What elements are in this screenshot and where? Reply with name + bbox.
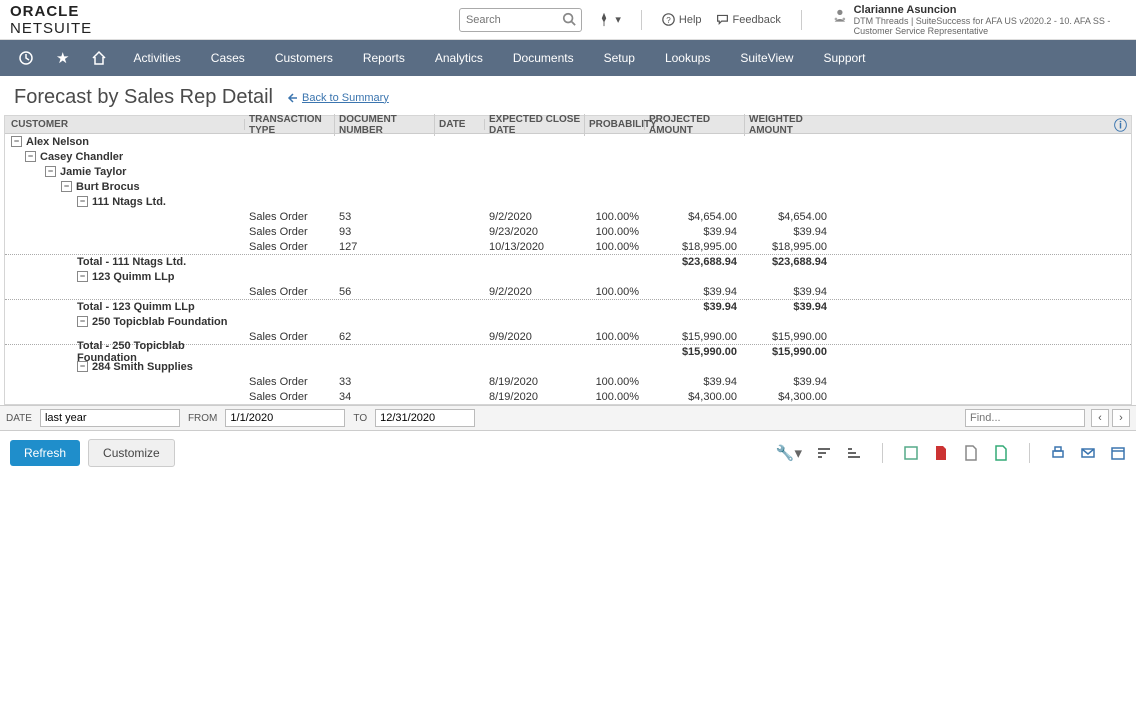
home-icon[interactable] (83, 50, 115, 66)
export-doc-icon[interactable] (963, 445, 979, 461)
to-date-input[interactable] (375, 409, 475, 427)
collapse-icon[interactable]: − (45, 166, 56, 177)
tree-node-l3[interactable]: −Jamie Taylor (5, 164, 1131, 179)
nav-support[interactable]: Support (811, 40, 877, 76)
col-projected-amount[interactable]: PROJECTED AMOUNT (645, 114, 745, 136)
email-icon[interactable] (1080, 445, 1096, 461)
export-xls-icon[interactable] (993, 445, 1009, 461)
back-to-summary-link[interactable]: Back to Summary (287, 92, 389, 104)
global-search (459, 8, 582, 32)
col-document-number[interactable]: DOCUMENT NUMBER (335, 114, 435, 136)
nav-customers[interactable]: Customers (263, 40, 345, 76)
user-role: DTM Threads | SuiteSuccess for AFA US v2… (854, 16, 1126, 36)
divider (1029, 443, 1030, 463)
export-pdf-icon[interactable] (933, 445, 949, 461)
info-icon[interactable]: ⓘ (1114, 115, 1127, 134)
user-icon (832, 4, 848, 26)
find-input[interactable] (965, 409, 1085, 427)
tree-node-l2[interactable]: −Casey Chandler (5, 149, 1131, 164)
total-row: Total - 123 Quimm LLp$39.94$39.94 (5, 299, 1131, 314)
back-icon (287, 92, 299, 104)
from-label: FROM (188, 413, 217, 424)
user-menu[interactable]: Clarianne Asuncion DTM Threads | SuiteSu… (832, 4, 1126, 36)
collapse-icon[interactable]: − (77, 271, 88, 282)
refresh-button[interactable]: Refresh (10, 440, 80, 466)
divider (801, 10, 802, 30)
prev-button[interactable]: ‹ (1091, 409, 1109, 427)
data-row[interactable]: Sales Order338/19/2020100.00%$39.94$39.9… (5, 374, 1131, 389)
column-headers: CUSTOMER TRANSACTION TYPE DOCUMENT NUMBE… (5, 116, 1131, 134)
report-body[interactable]: −Alex Nelson −Casey Chandler −Jamie Tayl… (5, 134, 1131, 404)
collapse-icon[interactable]: − (77, 361, 88, 372)
tree-node-customer[interactable]: −123 Quimm LLp (5, 269, 1131, 284)
from-date-input[interactable] (225, 409, 345, 427)
user-name: Clarianne Asuncion (854, 4, 1126, 16)
nav-setup[interactable]: Setup (592, 40, 647, 76)
global-header: ORACLE NETSUITE ▾ ? Help Feedback Claria… (0, 0, 1136, 40)
col-weighted-amount[interactable]: WEIGHTED AMOUNT (745, 114, 835, 136)
data-row[interactable]: Sales Order939/23/2020100.00%$39.94$39.9… (5, 224, 1131, 239)
col-customer[interactable]: CUSTOMER (5, 119, 245, 130)
main-nav: ★ Activities Cases Customers Reports Ana… (0, 40, 1136, 76)
history-icon[interactable] (10, 50, 42, 66)
divider (882, 443, 883, 463)
pagination: ‹ › (1091, 409, 1130, 427)
help-link[interactable]: ? Help (662, 13, 702, 26)
export-csv-icon[interactable] (903, 445, 919, 461)
filter-bar: DATE FROM TO ‹ › (0, 405, 1136, 431)
search-icon[interactable] (562, 12, 576, 26)
collapse-icon[interactable]: − (11, 136, 22, 147)
nav-analytics[interactable]: Analytics (423, 40, 495, 76)
header-actions: ▾ ? Help Feedback Clarianne Asuncion DTM… (597, 4, 1126, 36)
data-row[interactable]: Sales Order569/2/2020100.00%$39.94$39.94 (5, 284, 1131, 299)
tree-node-l4[interactable]: −Burt Brocus (5, 179, 1131, 194)
svg-text:?: ? (666, 16, 671, 25)
customize-button[interactable]: Customize (88, 439, 175, 467)
nav-suiteview[interactable]: SuiteView (728, 40, 805, 76)
date-label: DATE (6, 413, 32, 424)
print-icon[interactable] (1050, 445, 1066, 461)
collapse-icon[interactable]: − (61, 181, 72, 192)
page-header: Forecast by Sales Rep Detail Back to Sum… (0, 76, 1136, 115)
wrench-icon[interactable]: 🔧▾ (776, 444, 802, 462)
to-label: TO (353, 413, 367, 424)
expand-all-icon[interactable] (846, 445, 862, 461)
collapse-icon[interactable]: − (77, 316, 88, 327)
divider (641, 10, 642, 30)
tree-node-customer[interactable]: −250 Topicblab Foundation (5, 314, 1131, 329)
next-button[interactable]: › (1112, 409, 1130, 427)
nav-lookups[interactable]: Lookups (653, 40, 722, 76)
star-icon[interactable]: ★ (48, 49, 77, 67)
collapse-icon[interactable]: − (77, 196, 88, 207)
col-probability[interactable]: PROBABILITY (585, 119, 645, 130)
col-expected-close-date[interactable]: EXPECTED CLOSE DATE (485, 114, 585, 136)
pin-icon[interactable]: ▾ (597, 13, 621, 27)
nav-cases[interactable]: Cases (199, 40, 257, 76)
report-grid: CUSTOMER TRANSACTION TYPE DOCUMENT NUMBE… (4, 115, 1132, 405)
tree-node-customer[interactable]: −284 Smith Supplies (5, 359, 1131, 374)
total-row: Total - 250 Topicblab Foundation$15,990.… (5, 344, 1131, 359)
page-title: Forecast by Sales Rep Detail (14, 86, 273, 109)
nav-activities[interactable]: Activities (121, 40, 192, 76)
date-range-input[interactable] (40, 409, 180, 427)
data-row[interactable]: Sales Order539/2/2020100.00%$4,654.00$4,… (5, 209, 1131, 224)
export-icons: 🔧▾ (776, 443, 1126, 463)
tree-node-customer[interactable]: −111 Ntags Ltd. (5, 194, 1131, 209)
collapse-all-icon[interactable] (816, 445, 832, 461)
tree-node-l1[interactable]: −Alex Nelson (5, 134, 1131, 149)
nav-documents[interactable]: Documents (501, 40, 586, 76)
action-bar: Refresh Customize 🔧▾ (0, 431, 1136, 475)
schedule-icon[interactable] (1110, 445, 1126, 461)
brand-logo: ORACLE NETSUITE (10, 3, 139, 37)
collapse-icon[interactable]: − (25, 151, 36, 162)
feedback-link[interactable]: Feedback (716, 13, 781, 26)
total-row: Total - 111 Ntags Ltd.$23,688.94$23,688.… (5, 254, 1131, 269)
nav-reports[interactable]: Reports (351, 40, 417, 76)
col-transaction-type[interactable]: TRANSACTION TYPE (245, 114, 335, 136)
data-row[interactable]: Sales Order348/19/2020100.00%$4,300.00$4… (5, 389, 1131, 404)
col-date[interactable]: DATE (435, 119, 485, 130)
data-row[interactable]: Sales Order12710/13/2020100.00%$18,995.0… (5, 239, 1131, 254)
